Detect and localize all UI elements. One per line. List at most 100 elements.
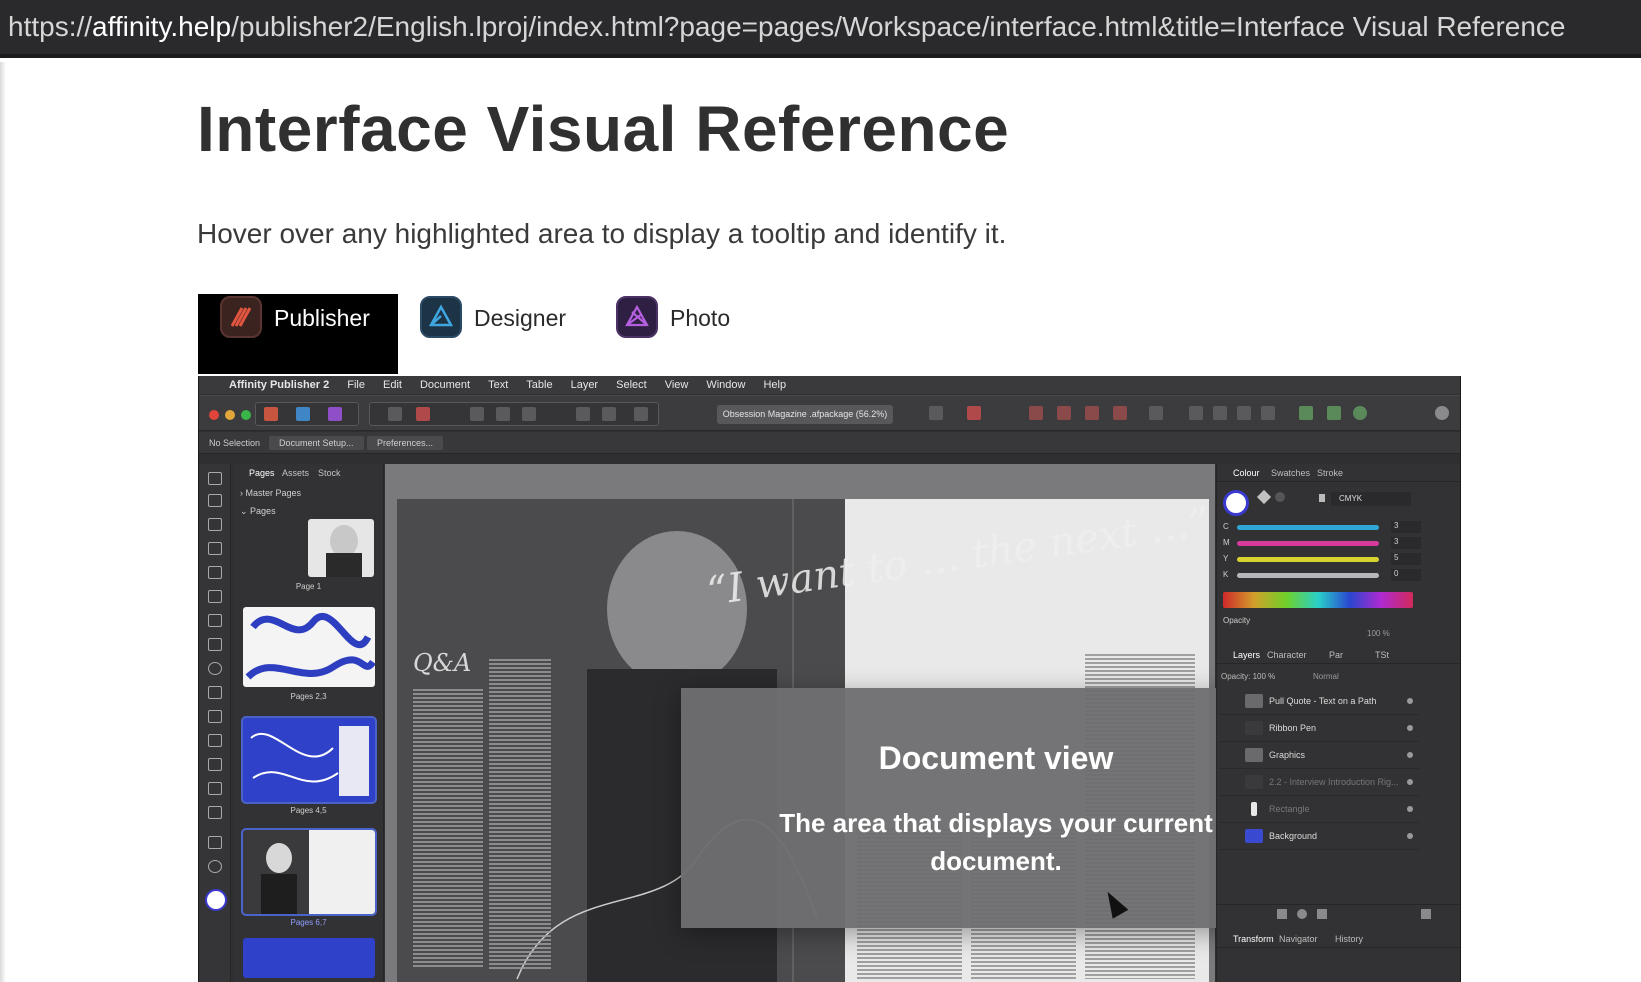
page-thumbnail[interactable] xyxy=(308,519,374,577)
designer-persona-icon[interactable] xyxy=(296,407,310,421)
window-minimize-button[interactable] xyxy=(225,410,235,420)
layer-visibility-toggle[interactable] xyxy=(1407,752,1413,758)
text-wrap-icon[interactable] xyxy=(929,406,943,420)
layer-row[interactable]: 2.2 - Interview Introduction Rig... xyxy=(1219,769,1419,796)
layer-visibility-toggle[interactable] xyxy=(1407,833,1413,839)
frame-text-tool-icon[interactable] xyxy=(208,518,222,531)
node-tool-icon[interactable] xyxy=(208,494,222,507)
flip-horizontal-icon[interactable] xyxy=(1189,406,1203,420)
rotate-icon[interactable] xyxy=(1237,406,1251,420)
menu-text[interactable]: Text xyxy=(488,379,508,391)
tab-photo[interactable]: Photo xyxy=(616,294,766,374)
pages-row[interactable]: ⌄ Pages xyxy=(240,506,276,517)
tab-transform[interactable]: Transform xyxy=(1233,934,1274,944)
magenta-value[interactable]: 3 xyxy=(1391,537,1421,549)
tab-character[interactable]: Character xyxy=(1267,650,1307,660)
move-tool-icon[interactable] xyxy=(208,472,222,485)
pages-6-7-thumbnail[interactable] xyxy=(241,828,377,916)
fill-colour-circle[interactable] xyxy=(1223,490,1249,516)
delete-layer-icon[interactable] xyxy=(1421,909,1431,919)
colour-spectrum[interactable] xyxy=(1223,592,1413,608)
tab-assets[interactable]: Assets xyxy=(282,468,309,478)
master-pages-row[interactable]: › Master Pages xyxy=(240,488,301,498)
crop-tool-icon[interactable] xyxy=(208,734,222,747)
layer-row[interactable]: Background xyxy=(1219,823,1419,850)
tab-publisher[interactable]: Publisher xyxy=(198,294,398,374)
yellow-value[interactable]: 5 xyxy=(1391,553,1421,565)
cyan-value[interactable]: 3 xyxy=(1391,521,1421,533)
tab-navigator[interactable]: Navigator xyxy=(1279,934,1318,944)
menu-file[interactable]: File xyxy=(347,379,365,391)
black-bar[interactable] xyxy=(1237,573,1379,578)
transparency-tool-icon[interactable] xyxy=(208,758,222,771)
pages-2-3-thumbnail[interactable] xyxy=(243,607,375,687)
anchor-icon[interactable] xyxy=(602,407,616,421)
pen-tool-icon[interactable] xyxy=(208,590,222,603)
layer-row[interactable]: Pull Quote - Text on a Path xyxy=(1219,688,1419,715)
boolean-subtract-icon[interactable] xyxy=(1085,406,1099,420)
zoom-tool-icon[interactable] xyxy=(208,860,222,873)
preflight-icon[interactable] xyxy=(416,407,430,421)
pages-8-9-thumbnail[interactable] xyxy=(243,938,375,978)
tab-paragraph[interactable]: Par xyxy=(1329,650,1343,660)
menu-view[interactable]: View xyxy=(665,379,689,391)
settings-icon[interactable] xyxy=(388,407,402,421)
cyan-slider[interactable]: C 3 xyxy=(1221,520,1457,534)
document-view[interactable]: Q&A “I want to … the next …” Document vi… xyxy=(385,464,1311,982)
layer-opacity[interactable]: Opacity: 100 % xyxy=(1221,672,1275,681)
frame-icon[interactable] xyxy=(496,407,510,421)
boolean-add-icon[interactable] xyxy=(1057,406,1071,420)
view-mode-icon[interactable] xyxy=(634,407,648,421)
tab-layers[interactable]: Layers xyxy=(1233,650,1260,660)
layer-row[interactable]: Ribbon Pen xyxy=(1219,715,1419,742)
menu-layer[interactable]: Layer xyxy=(571,379,599,391)
boolean-intersect-icon[interactable] xyxy=(1113,406,1127,420)
menu-app-name[interactable]: Affinity Publisher 2 xyxy=(229,379,329,391)
vector-brush-tool-icon[interactable] xyxy=(208,782,222,795)
menu-help[interactable]: Help xyxy=(763,379,786,391)
tab-stroke[interactable]: Stroke xyxy=(1317,468,1343,478)
studio-link-persona-group[interactable] xyxy=(255,402,359,426)
menu-window[interactable]: Window xyxy=(706,379,745,391)
transform-icon[interactable] xyxy=(1261,406,1275,420)
tab-text-styles[interactable]: TSt xyxy=(1375,650,1389,660)
ellipse-frame-tool-icon[interactable] xyxy=(208,662,222,675)
tab-stock[interactable]: Stock xyxy=(318,468,341,478)
adjustment-icon[interactable] xyxy=(1297,909,1307,919)
flip-vertical-icon[interactable] xyxy=(1213,406,1227,420)
layer-visibility-toggle[interactable] xyxy=(1407,806,1413,812)
rectangle-tool-icon[interactable] xyxy=(208,614,222,627)
document-name-field[interactable]: Obsession Magazine .afpackage (56.2%) xyxy=(717,405,893,424)
black-value[interactable]: 0 xyxy=(1391,569,1421,581)
document-setup-button[interactable]: Document Setup... xyxy=(269,436,364,450)
magenta-slider[interactable]: M 3 xyxy=(1221,536,1457,550)
share-icon[interactable] xyxy=(1327,406,1341,420)
layer-visibility-toggle[interactable] xyxy=(1407,779,1413,785)
arrange-icon[interactable] xyxy=(1029,406,1043,420)
snapping-icon[interactable] xyxy=(967,406,981,420)
tab-colour[interactable]: Colour xyxy=(1233,468,1260,478)
tab-pages[interactable]: Pages xyxy=(249,468,275,478)
photo-persona-icon[interactable] xyxy=(328,407,342,421)
user-account-icon[interactable] xyxy=(1435,406,1449,420)
yellow-bar[interactable] xyxy=(1237,557,1379,562)
color-picker-tool-icon[interactable] xyxy=(208,806,222,819)
window-close-button[interactable] xyxy=(209,410,219,420)
tab-swatches[interactable]: Swatches xyxy=(1271,468,1310,478)
cyan-bar[interactable] xyxy=(1237,525,1379,530)
layer-row[interactable]: Rectangle xyxy=(1219,796,1419,823)
black-slider[interactable]: K 0 xyxy=(1221,568,1457,582)
fill-stroke-color-well[interactable] xyxy=(205,889,227,911)
blend-mode-select[interactable]: Normal xyxy=(1313,672,1339,681)
tab-history[interactable]: History xyxy=(1335,934,1363,944)
layer-visibility-toggle[interactable] xyxy=(1407,725,1413,731)
mask-icon[interactable] xyxy=(1277,909,1287,919)
tab-designer[interactable]: Designer xyxy=(420,294,590,374)
picture-frame-tool-icon[interactable] xyxy=(208,638,222,651)
magenta-bar[interactable] xyxy=(1237,541,1379,546)
browser-url-bar[interactable]: https://affinity.help/publisher2/English… xyxy=(0,0,1641,58)
place-image-tool-icon[interactable] xyxy=(208,686,222,699)
layer-visibility-toggle[interactable] xyxy=(1407,698,1413,704)
layer-row[interactable]: Graphics xyxy=(1219,742,1419,769)
colour-mode-select[interactable]: CMYK xyxy=(1331,492,1411,506)
